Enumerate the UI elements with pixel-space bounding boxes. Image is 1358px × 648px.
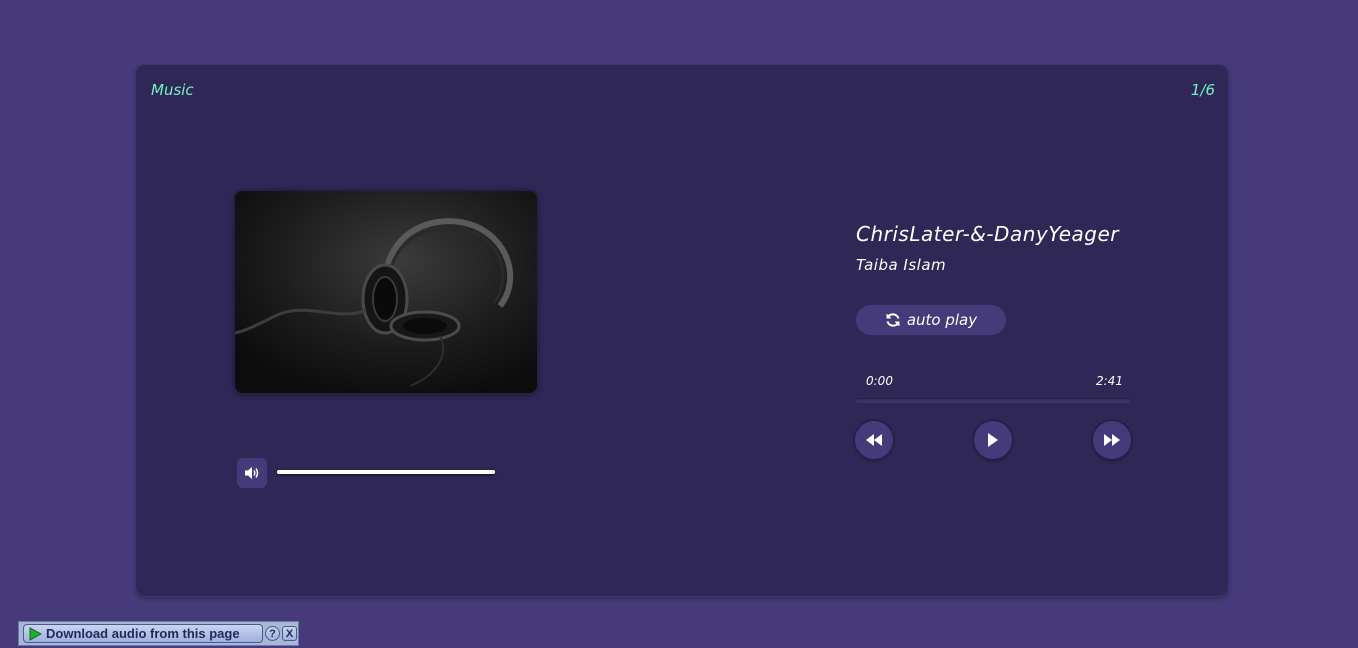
download-audio-button[interactable]: Download audio from this page — [23, 624, 263, 643]
current-time: 0:00 — [866, 374, 893, 388]
rewind-icon — [866, 434, 882, 446]
autoplay-label: auto play — [906, 311, 978, 329]
volume-slider-fill — [277, 470, 495, 474]
progress-bar[interactable] — [855, 398, 1131, 403]
artist-name: Taiba Islam — [856, 256, 947, 274]
track-counter: 1/6 — [1190, 81, 1215, 99]
play-triangle-icon — [29, 626, 42, 641]
fast-forward-icon — [1104, 434, 1120, 446]
help-button[interactable]: ? — [265, 626, 280, 641]
previous-track-button[interactable] — [855, 421, 893, 459]
volume-button[interactable] — [237, 458, 267, 488]
download-audio-label: Download audio from this page — [46, 626, 240, 641]
download-audio-toolbar: Download audio from this page ? X — [18, 621, 299, 646]
autoplay-button[interactable]: auto play — [856, 305, 1006, 335]
volume-slider[interactable] — [277, 470, 495, 474]
play-button[interactable] — [974, 421, 1012, 459]
next-track-button[interactable] — [1093, 421, 1131, 459]
music-player-card: Music 1/6 ChrisLater-&-DanyYeager Taiba … — [135, 64, 1229, 597]
page-title: Music — [151, 81, 194, 99]
headphones-image — [235, 191, 537, 393]
total-time: 2:41 — [1096, 374, 1123, 388]
refresh-icon — [886, 313, 900, 327]
album-art-image — [235, 191, 537, 393]
close-button[interactable]: X — [282, 626, 297, 641]
song-title: ChrisLater-&-DanyYeager — [856, 222, 1120, 246]
play-icon — [988, 433, 998, 447]
volume-icon — [245, 467, 259, 479]
